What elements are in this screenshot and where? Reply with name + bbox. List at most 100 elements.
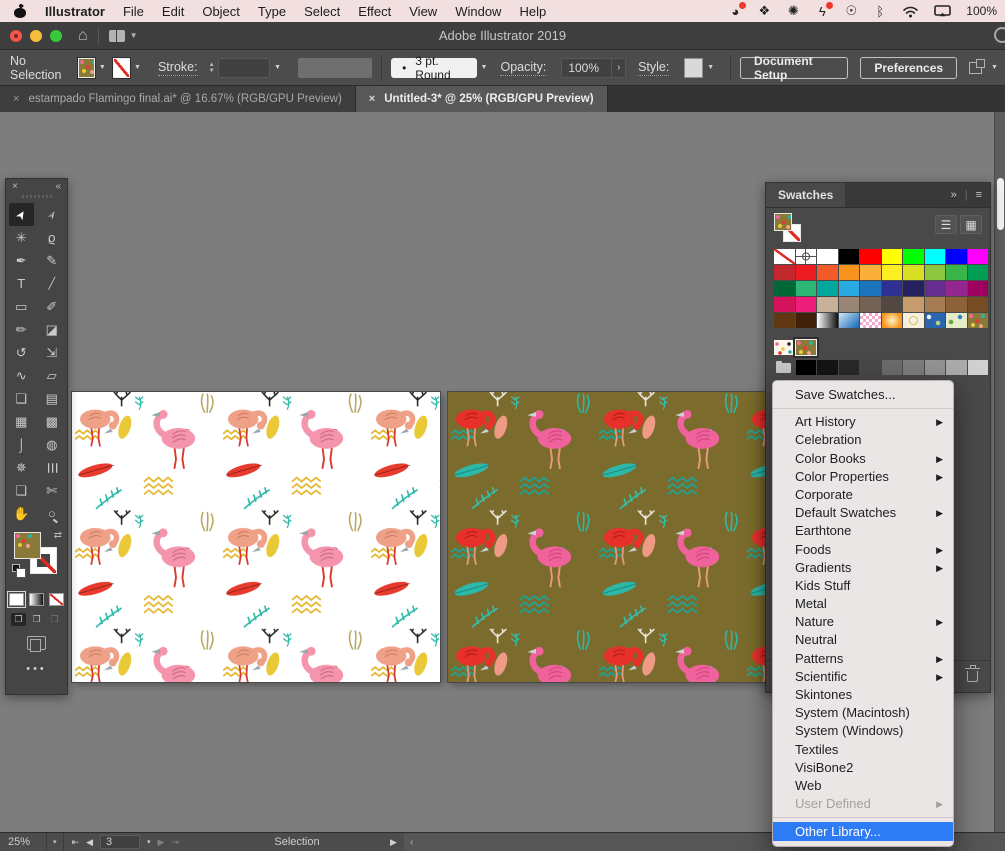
swatch[interactable] xyxy=(903,313,924,328)
artboard-dropdown-icon[interactable]: ▾ xyxy=(147,838,151,846)
brush-chevron-icon[interactable]: ▼ xyxy=(481,64,488,71)
preferences-button[interactable]: Preferences xyxy=(860,56,958,79)
menu-item-earthtone[interactable]: Earthtone xyxy=(773,522,953,540)
swatch[interactable] xyxy=(881,265,902,280)
artboard-flamingo-olive[interactable] xyxy=(448,392,765,682)
accessibility-icon[interactable]: ☉ xyxy=(844,3,858,19)
menu-item-celebration[interactable]: Celebration xyxy=(773,431,953,449)
menu-item-neutral[interactable]: Neutral xyxy=(773,631,953,649)
tool-zoom[interactable]: ○ xyxy=(37,502,68,525)
fill-chevron-icon[interactable]: ▼ xyxy=(99,64,106,71)
stroke-chevron-icon[interactable]: ▼ xyxy=(134,64,141,71)
swatch[interactable] xyxy=(817,249,838,264)
stroke-weight-stepper[interactable]: ▲ ▼ xyxy=(209,62,215,74)
swatch[interactable] xyxy=(903,360,924,375)
menu-item-web[interactable]: Web xyxy=(773,777,953,795)
tool-mesh[interactable]: ▦ xyxy=(6,410,37,433)
vertical-scrollbar-thumb[interactable] xyxy=(996,178,1004,230)
menu-item-save-swatches[interactable]: Save Swatches... xyxy=(773,386,953,404)
menu-item-default-swatches[interactable]: Default Swatches ▶ xyxy=(773,504,953,522)
stroke-weight-chevron-icon[interactable]: ▼ xyxy=(274,64,281,71)
stroke-weight-label[interactable]: Stroke: xyxy=(157,60,198,76)
brush-definition-dropdown[interactable]: • 3 pt. Round xyxy=(391,54,477,82)
swatch[interactable] xyxy=(860,360,881,375)
none-button[interactable] xyxy=(49,593,64,606)
display-airplay-icon[interactable] xyxy=(934,5,952,17)
tool-type[interactable]: T xyxy=(6,272,37,295)
swatch[interactable] xyxy=(838,297,859,312)
swatch[interactable] xyxy=(881,360,902,375)
swatch[interactable] xyxy=(774,297,795,312)
tool-free-transform[interactable]: ▱ xyxy=(37,364,68,387)
style-label[interactable]: Style: xyxy=(638,60,670,76)
swatch[interactable] xyxy=(817,297,838,312)
menu-item-object[interactable]: Object xyxy=(193,4,249,19)
battery-percentage[interactable]: 100% xyxy=(966,4,997,18)
search-icon[interactable] xyxy=(994,27,1005,43)
gradient-button[interactable] xyxy=(29,593,44,606)
default-fill-stroke-icon[interactable] xyxy=(12,564,26,578)
menu-item-help[interactable]: Help xyxy=(510,4,555,19)
tools-panel-close-icon[interactable]: × xyxy=(12,181,18,192)
grid-view-button[interactable]: ▦ xyxy=(960,215,982,234)
dropbox-icon[interactable]: ❖ xyxy=(757,3,771,19)
first-artboard-icon[interactable]: ⇤ xyxy=(72,837,80,848)
swatch[interactable] xyxy=(967,297,988,312)
tool-lasso[interactable]: ϱ xyxy=(37,226,68,249)
status-options-icon[interactable]: ▶ xyxy=(390,837,397,848)
arrange-documents-icon[interactable] xyxy=(108,29,125,42)
menu-item-gradients[interactable]: Gradients ▶ xyxy=(773,559,953,577)
swatch[interactable] xyxy=(924,281,945,296)
draw-behind-button[interactable]: ❐ xyxy=(29,613,44,626)
swatch[interactable] xyxy=(860,249,881,264)
menu-item-other-library[interactable]: Other Library... xyxy=(773,822,953,842)
list-view-button[interactable]: ☰ xyxy=(935,215,957,234)
swatch[interactable] xyxy=(838,265,859,280)
menu-item-foods[interactable]: Foods ▶ xyxy=(773,541,953,559)
swatch[interactable] xyxy=(774,313,795,328)
document-tab-flamingo[interactable]: × estampado Flamingo final.ai* @ 16.67% … xyxy=(0,86,356,112)
swatch[interactable] xyxy=(967,360,988,375)
workspace-chevron-icon[interactable]: ▼ xyxy=(991,64,998,71)
swap-fill-stroke-icon[interactable]: ⇄ xyxy=(54,530,62,541)
swatch[interactable] xyxy=(838,313,859,328)
vertical-scrollbar[interactable] xyxy=(994,112,1005,832)
swatch[interactable] xyxy=(924,360,945,375)
artboard-flamingo-white[interactable] xyxy=(72,392,440,682)
arrange-documents-chevron-icon[interactable]: ▼ xyxy=(130,31,138,40)
tool-symbol-sprayer[interactable]: ✵ xyxy=(6,456,37,479)
swatch[interactable] xyxy=(946,265,967,280)
wifi-icon[interactable] xyxy=(902,5,919,18)
swatch[interactable] xyxy=(817,265,838,280)
zoom-dropdown-icon[interactable]: ▾ xyxy=(47,838,63,846)
tool-magic-wand[interactable]: ✳ xyxy=(6,226,37,249)
swatch[interactable] xyxy=(903,281,924,296)
swatch[interactable] xyxy=(924,265,945,280)
zoom-window-button[interactable] xyxy=(50,29,62,42)
swatch[interactable] xyxy=(881,297,902,312)
minimize-window-button[interactable] xyxy=(30,29,42,42)
tool-shaper[interactable]: ✏ xyxy=(6,318,37,341)
swatch[interactable] xyxy=(795,313,816,328)
swatch[interactable] xyxy=(838,281,859,296)
tab-close-icon[interactable]: × xyxy=(13,93,19,105)
tools-panel-collapse-icon[interactable]: « xyxy=(55,181,61,192)
panel-fill-stroke-indicator[interactable] xyxy=(774,213,818,251)
change-screen-mode-button[interactable] xyxy=(27,636,46,652)
document-tab-untitled3[interactable]: × Untitled-3* @ 25% (RGB/GPU Preview) xyxy=(355,86,608,112)
tool-paintbrush[interactable]: ✐ xyxy=(37,295,68,318)
swatch[interactable] xyxy=(924,297,945,312)
swatch[interactable] xyxy=(946,281,967,296)
tool-perspective-grid[interactable]: ▤ xyxy=(37,387,68,410)
graphic-style-swatch[interactable] xyxy=(684,57,704,78)
swatch[interactable] xyxy=(860,313,881,328)
swatch[interactable] xyxy=(794,339,817,356)
menu-item-color-properties[interactable]: Color Properties ▶ xyxy=(773,468,953,486)
tool-slice[interactable]: ✄ xyxy=(37,479,68,502)
tool-column-graph[interactable]: ☰ xyxy=(37,456,68,479)
menu-item-window[interactable]: Window xyxy=(446,4,510,19)
tool-shape-builder[interactable]: ❑ xyxy=(6,387,37,410)
tool-width[interactable]: ∿ xyxy=(6,364,37,387)
swatch[interactable] xyxy=(817,360,838,375)
menu-item-textiles[interactable]: Textiles xyxy=(773,741,953,759)
